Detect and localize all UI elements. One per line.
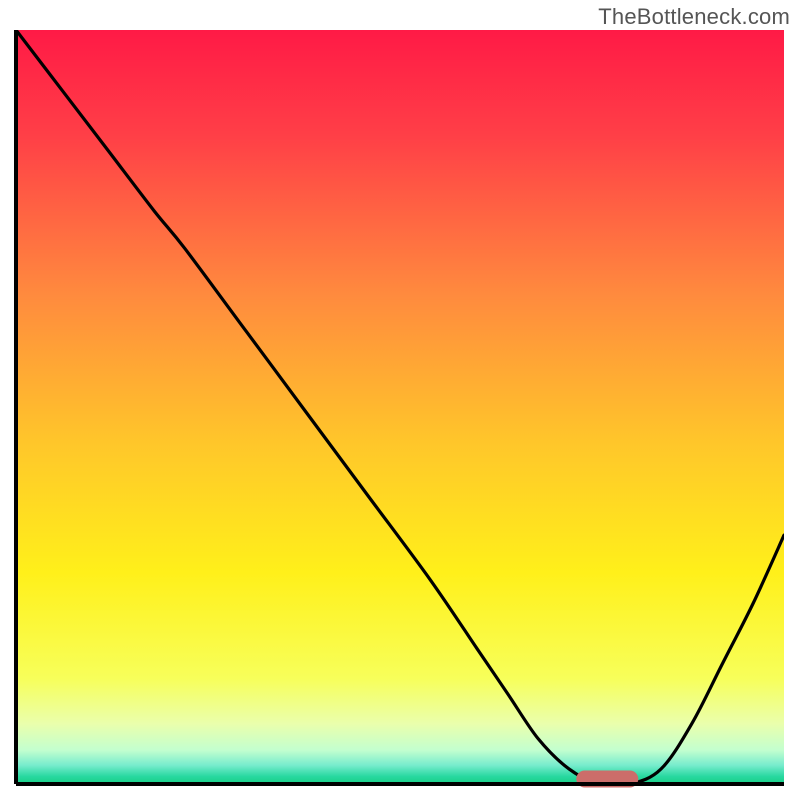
chart-container: TheBottleneck.com (0, 0, 800, 800)
watermark-text: TheBottleneck.com (598, 4, 790, 30)
x-axis (16, 782, 784, 786)
bottleneck-curve (16, 30, 784, 784)
y-axis (14, 30, 18, 784)
plot-frame (16, 30, 784, 784)
